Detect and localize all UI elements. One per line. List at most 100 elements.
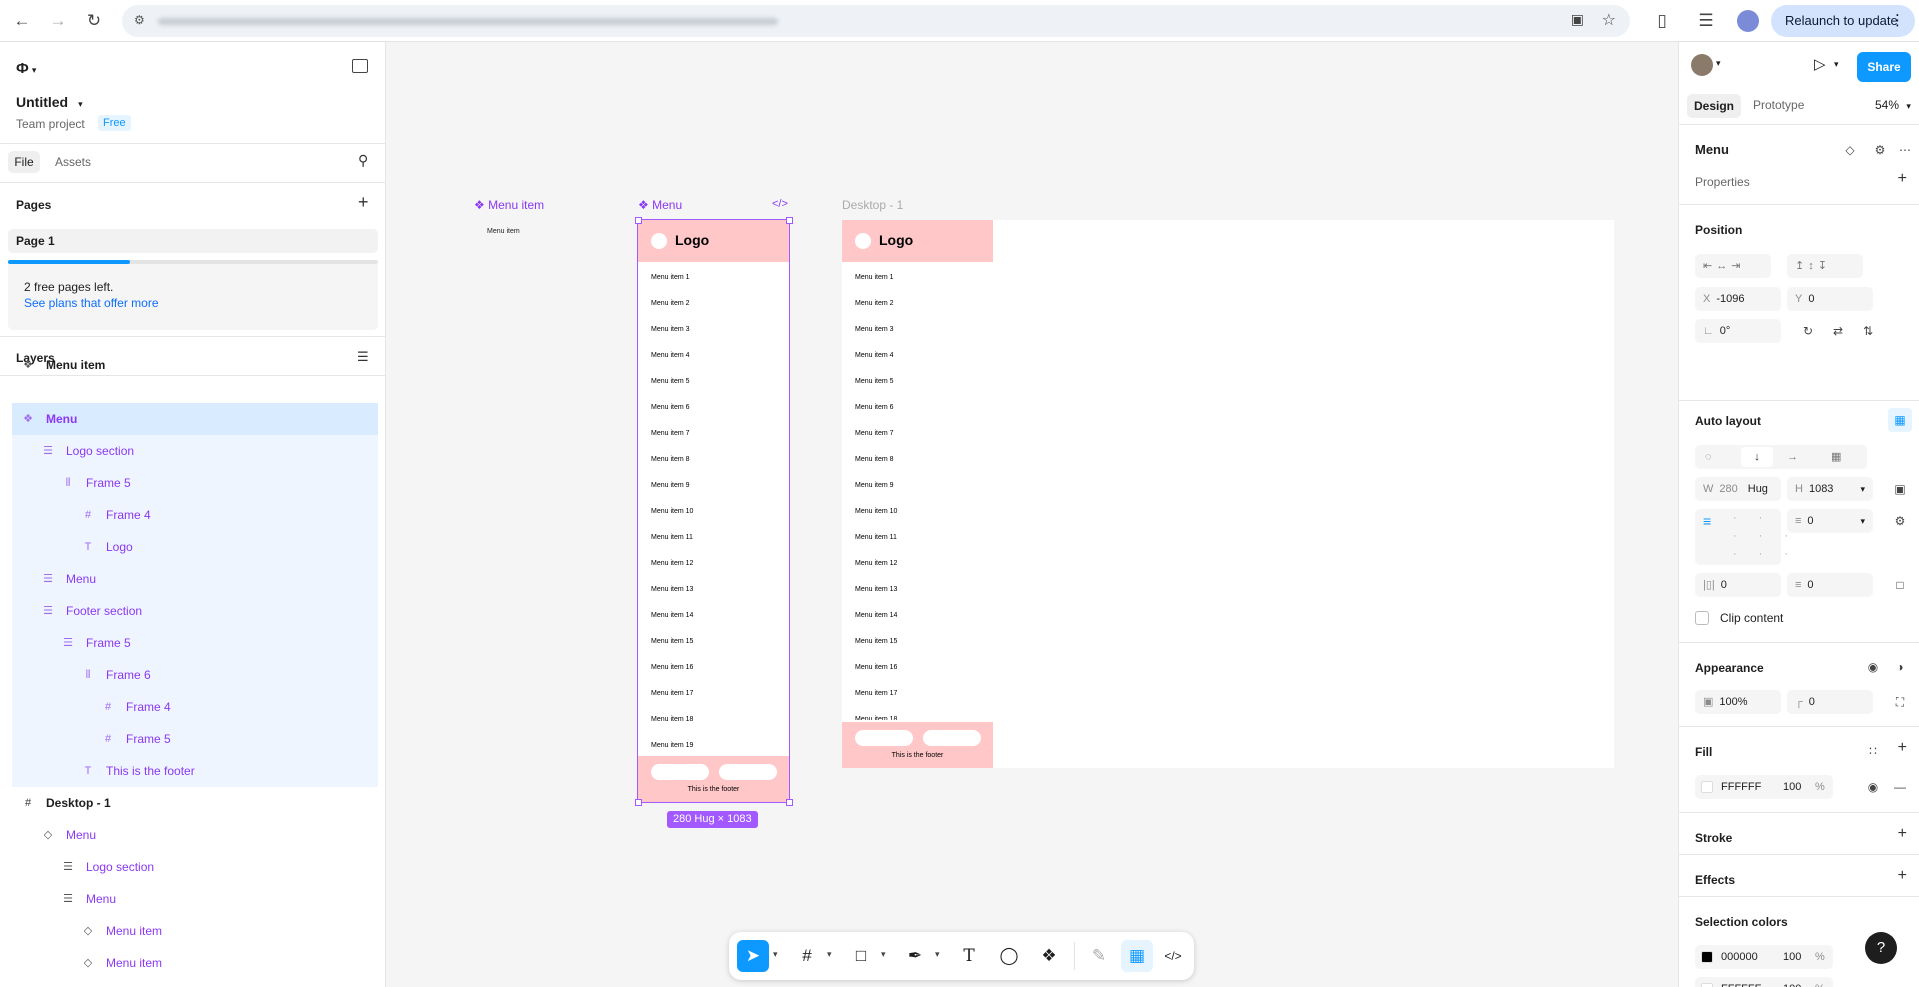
clip-content-checkbox[interactable] xyxy=(1695,611,1709,625)
frame-label-desktop[interactable]: Desktop - 1 xyxy=(842,198,903,212)
layer-row[interactable]: T Logo xyxy=(12,531,378,563)
menu-item[interactable]: Menu item 2 xyxy=(651,300,690,307)
draw-mode-icon[interactable]: ✎ xyxy=(1083,940,1115,972)
see-plans-link[interactable]: See plans that offer more xyxy=(24,296,159,310)
help-button[interactable]: ? xyxy=(1865,932,1897,964)
styles-icon[interactable]: ∷ xyxy=(1861,739,1885,763)
bookmark-star-icon[interactable]: ☆ xyxy=(1602,10,1616,30)
figma-menu-icon[interactable]: Ф ▾ xyxy=(16,60,36,77)
flip-vertical-icon[interactable]: ⇅ xyxy=(1856,319,1880,343)
menu-item[interactable]: Menu item 17 xyxy=(651,690,693,697)
layer-row[interactable]: T This is the footer xyxy=(12,755,378,787)
adjust-icon[interactable]: ⚙ xyxy=(1868,138,1892,162)
resize-to-fit-icon[interactable]: ▣ xyxy=(1888,477,1912,501)
color-swatch[interactable] xyxy=(1701,951,1713,964)
menu-item[interactable]: Menu item 13 xyxy=(651,586,693,593)
share-button[interactable]: Share xyxy=(1857,52,1911,82)
layer-row[interactable]: ☰ Logo section xyxy=(12,851,378,883)
menu-item[interactable]: Menu item 6 xyxy=(651,404,690,411)
layer-row[interactable]: ⫴ Frame 6 xyxy=(12,659,378,691)
remove-fill-icon[interactable]: — xyxy=(1888,775,1912,799)
layer-row[interactable]: ◇ Menu item xyxy=(12,915,378,947)
menu-item[interactable]: Menu item 3 xyxy=(651,326,690,333)
menu-item[interactable]: Menu item 11 xyxy=(651,534,693,541)
gap-field[interactable]: ≡ 0 ▾ xyxy=(1787,509,1873,533)
independent-corners-icon[interactable]: ⛶ xyxy=(1888,690,1912,714)
align-vertical-group[interactable]: ↥↕↧ xyxy=(1787,254,1863,278)
address-bar[interactable]: ⚙ ▣ ☆ xyxy=(122,5,1630,37)
menu-item[interactable]: Menu item 10 xyxy=(855,508,897,515)
x-field[interactable]: X -1096 xyxy=(1695,287,1781,311)
reload-icon[interactable]: ↻ xyxy=(82,9,106,33)
menu-item[interactable]: Menu item 9 xyxy=(651,482,690,489)
relaunch-button[interactable]: Relaunch to update ⋮ xyxy=(1771,5,1915,37)
design-mode-icon[interactable]: ▦ xyxy=(1121,940,1153,972)
alignment-grid[interactable]: ≡ ·· ··· ··· xyxy=(1695,509,1788,565)
layout-options-icon[interactable]: ⚙ xyxy=(1888,509,1912,533)
menu-item[interactable]: Menu item 8 xyxy=(651,456,690,463)
menu-item[interactable]: Menu item 16 xyxy=(651,664,693,671)
layer-row[interactable]: ❖ Menu xyxy=(12,403,378,435)
menu-component-frame[interactable]: Logo Menu item 1 Menu item 2 Menu item 3 Me… xyxy=(637,219,790,803)
comment-tool-icon[interactable]: ◯ xyxy=(993,940,1025,972)
canvas[interactable]: ❖ Menu item Menu item ❖ Menu </> Logo Me… xyxy=(386,42,1678,987)
footer-section[interactable]: This is the footer xyxy=(842,722,993,768)
add-stroke-icon[interactable]: + xyxy=(1898,825,1907,843)
layer-row[interactable]: ⫴ Frame 5 xyxy=(12,467,378,499)
logo-section[interactable]: Logo xyxy=(638,220,789,262)
layer-row[interactable]: ☰ Menu xyxy=(12,563,378,595)
eye-icon[interactable]: ◉ xyxy=(1861,775,1885,799)
menu-item[interactable]: Menu item 3 xyxy=(855,326,894,333)
resize-handle[interactable] xyxy=(635,799,642,806)
align-horizontal-group[interactable]: ⇤↔⇥ xyxy=(1695,254,1771,278)
layer-row[interactable]: ☰ Menu xyxy=(12,883,378,915)
zoom-level[interactable]: 54% ▾ xyxy=(1875,98,1911,112)
menu-item[interactable]: Menu item 15 xyxy=(855,638,897,645)
resize-handle[interactable] xyxy=(786,217,793,224)
layout-vertical-icon[interactable]: ↓ xyxy=(1741,447,1773,467)
corner-radius-field[interactable]: ┌ 0 xyxy=(1787,690,1873,714)
menu-item[interactable]: Menu item 5 xyxy=(651,378,690,385)
menu-item[interactable]: Menu item 16 xyxy=(855,664,897,671)
layer-row[interactable]: # Desktop - 1 xyxy=(12,787,378,819)
resize-handle[interactable] xyxy=(786,799,793,806)
menu-item[interactable]: Menu item 19 xyxy=(651,742,693,749)
menu-item[interactable]: Menu item 1 xyxy=(651,274,690,281)
menu-item[interactable]: Menu item 11 xyxy=(855,534,897,541)
chevron-down-icon[interactable]: ▾ xyxy=(773,949,778,960)
rotate-icon[interactable]: ↻ xyxy=(1796,319,1820,343)
search-icon[interactable]: ⚲ xyxy=(358,152,368,169)
menu-item[interactable]: Menu item 4 xyxy=(855,352,894,359)
menu-item[interactable]: Menu item 14 xyxy=(855,612,897,619)
text-tool-icon[interactable]: T xyxy=(953,940,985,972)
y-field[interactable]: Y0 xyxy=(1787,287,1873,311)
move-tool-icon[interactable]: ➤ xyxy=(737,940,769,972)
fill-color-field[interactable]: FFFFFF 100% xyxy=(1695,775,1833,799)
layer-row[interactable]: ◇ Menu xyxy=(12,819,378,851)
align-top-left-icon[interactable]: ≡ xyxy=(1703,511,1711,531)
file-name[interactable]: Untitled ▾ xyxy=(16,94,83,110)
component-label-menu[interactable]: ❖ Menu xyxy=(638,198,682,212)
menu-item[interactable]: Menu item 7 xyxy=(651,430,690,437)
tab-file[interactable]: File xyxy=(8,151,40,173)
layer-row[interactable]: # Frame 5 xyxy=(12,723,378,755)
menu-item[interactable]: Menu item 1 xyxy=(855,274,894,281)
resize-handle[interactable] xyxy=(635,217,642,224)
opacity-field[interactable]: ▣ 100% xyxy=(1695,690,1781,714)
chevron-down-icon[interactable]: ▾ xyxy=(78,99,83,109)
menu-item[interactable]: Menu item 10 xyxy=(651,508,693,515)
menu-item[interactable]: Menu item 5 xyxy=(855,378,894,385)
sidebar-toggle-icon[interactable] xyxy=(352,59,368,73)
layout-grid-icon[interactable]: ▦ xyxy=(1831,445,1841,469)
chevron-down-icon[interactable]: ▾ xyxy=(1716,58,1721,69)
user-avatar[interactable] xyxy=(1691,54,1713,76)
add-property-icon[interactable]: + xyxy=(1898,170,1907,188)
menu-item[interactable]: Menu item 15 xyxy=(651,638,693,645)
page-item-1[interactable]: Page 1 xyxy=(8,229,378,253)
blend-mode-icon[interactable]: ◑ xyxy=(1888,655,1912,679)
desktop-frame[interactable]: Logo Menu item 1 Menu item 2 Menu item 3 Me… xyxy=(842,220,1614,768)
component-icon[interactable]: ◇ xyxy=(1838,138,1862,162)
present-icon[interactable]: ▷ xyxy=(1814,55,1826,73)
layout-direction-group[interactable]: ◌ ↓ → ▦ xyxy=(1695,445,1867,469)
tab-prototype[interactable]: Prototype xyxy=(1753,98,1804,112)
